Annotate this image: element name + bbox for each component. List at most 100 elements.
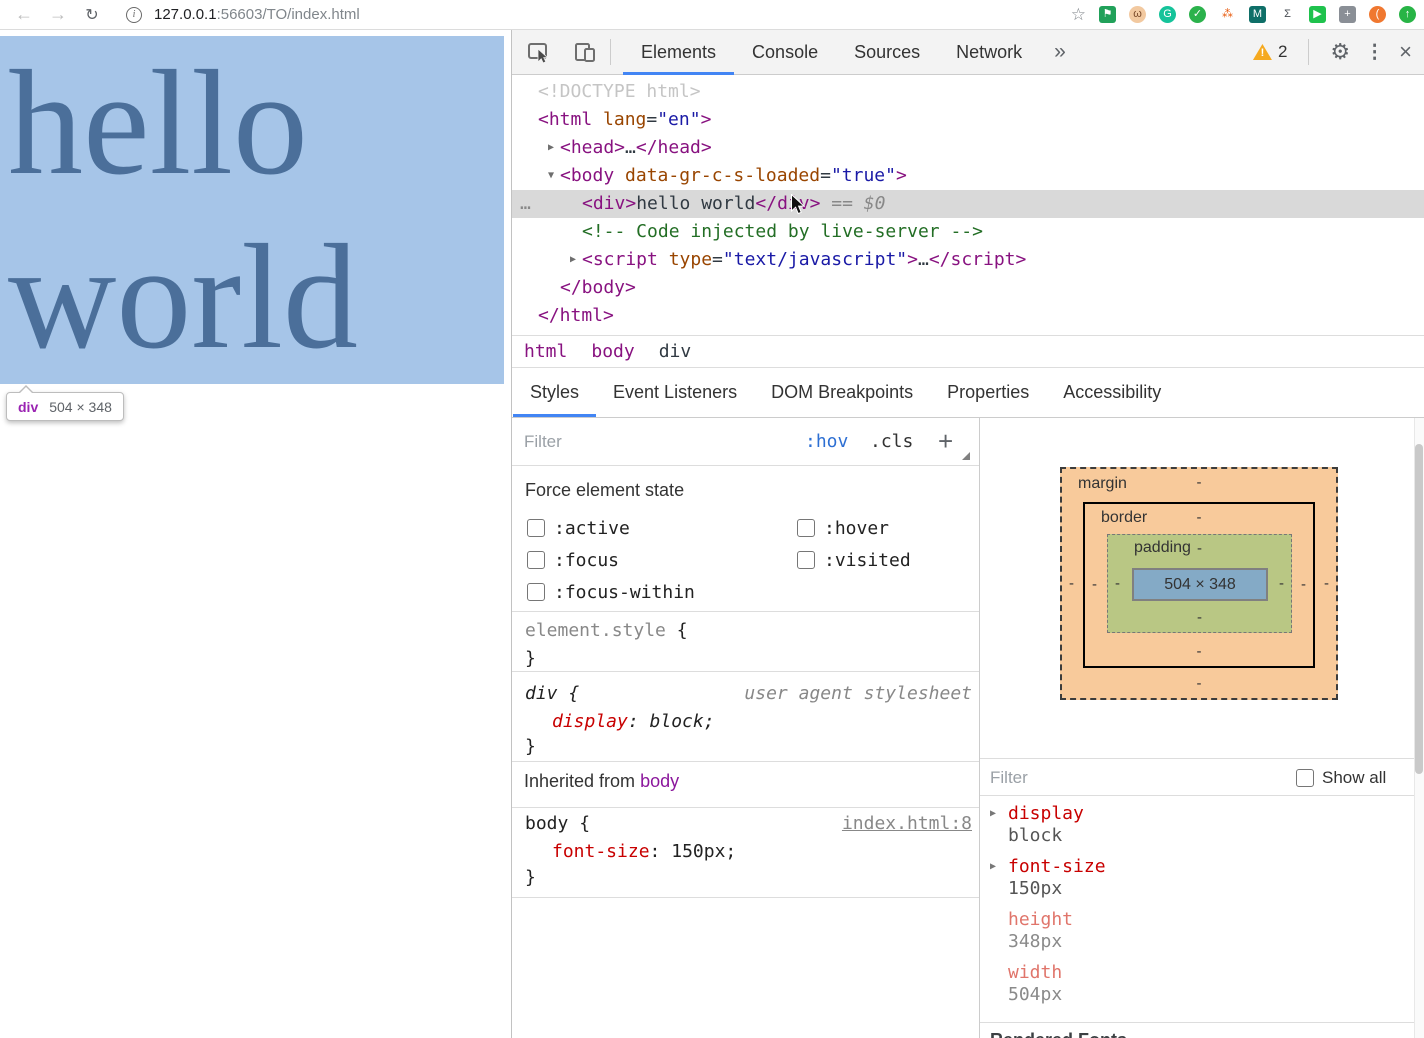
inspect-element-icon[interactable] — [526, 39, 553, 66]
tab-event-listeners[interactable]: Event Listeners — [596, 368, 754, 417]
m-icon[interactable]: M — [1249, 6, 1266, 23]
checkbox-focus-within[interactable] — [527, 583, 545, 601]
body-selector[interactable]: body — [525, 813, 568, 834]
padding-left-value[interactable]: - — [1115, 575, 1120, 593]
box-model-content[interactable]: 504 × 348 — [1132, 568, 1268, 601]
dom-line[interactable]: </html> — [512, 302, 1424, 330]
dom-line[interactable]: <html lang="en"> — [512, 106, 1424, 134]
box-model-border[interactable]: border - - - - padding - - - - 504 × 348 — [1083, 502, 1315, 668]
css-property-name[interactable]: display — [552, 711, 628, 732]
bookmark-star-icon[interactable]: ☆ — [1071, 5, 1086, 25]
breadcrumb-html[interactable]: html — [524, 341, 567, 362]
monkey-icon[interactable]: ω — [1129, 6, 1146, 23]
margin-left-value[interactable]: - — [1069, 575, 1074, 593]
overflow-gutter-icon[interactable]: … — [520, 190, 531, 218]
fish-icon[interactable]: ( — [1369, 6, 1386, 23]
body-rule-selector-line[interactable]: body { — [525, 810, 590, 838]
dom-line[interactable]: ▶<script type="text/javascript">…</scrip… — [512, 246, 1424, 274]
box-model-margin[interactable]: margin - - - - border - - - - padding - … — [1060, 467, 1338, 700]
margin-right-value[interactable]: - — [1324, 575, 1329, 593]
breadcrumb-body[interactable]: body — [591, 341, 634, 362]
up-arrow-icon[interactable]: ↑ — [1399, 6, 1416, 23]
checkbox-hover[interactable] — [797, 519, 815, 537]
warnings-button[interactable]: ! 2 — [1253, 42, 1287, 62]
checkbox-active[interactable] — [527, 519, 545, 537]
puzzle-icon[interactable]: + — [1339, 6, 1356, 23]
margin-bottom-value[interactable]: - — [1062, 675, 1336, 693]
element-style-selector[interactable]: element.style — [525, 620, 666, 641]
grammarly-icon[interactable]: G — [1159, 6, 1176, 23]
element-classes-button[interactable]: .cls — [870, 418, 913, 466]
thumbs-up-icon[interactable]: ✓ — [1189, 6, 1206, 23]
toggle-element-state-button[interactable]: :hov — [805, 418, 848, 466]
expand-arrow-icon[interactable]: ▼ — [545, 162, 557, 190]
tab-properties[interactable]: Properties — [930, 368, 1046, 417]
body-declaration[interactable]: font-size: 150px; — [552, 838, 736, 866]
stylesheet-source-link[interactable]: index.html:8 — [842, 810, 972, 838]
scrollbar-thumb[interactable] — [1415, 444, 1423, 774]
inherited-body-link[interactable]: body — [640, 771, 679, 791]
css-property-value[interactable]: block; — [650, 711, 715, 732]
ua-selector[interactable]: div — [525, 683, 558, 704]
computed-property-display[interactable]: ▶displayblock — [980, 803, 1400, 849]
force-state-hover[interactable]: :hover — [797, 512, 911, 544]
force-state-focus[interactable]: :focus — [527, 544, 797, 576]
close-devtools-icon[interactable]: × — [1399, 39, 1412, 65]
kebab-menu-icon[interactable]: ⋮ — [1365, 41, 1384, 64]
styles-filter-input[interactable] — [524, 426, 744, 458]
expand-arrow-icon[interactable]: ▶ — [990, 808, 996, 819]
play-icon[interactable]: ▶ — [1309, 6, 1326, 23]
padding-bottom-value[interactable]: - — [1108, 609, 1291, 627]
box-model-padding[interactable]: padding - - - - 504 × 348 — [1107, 534, 1292, 633]
ua-rule-selector-line[interactable]: div { — [525, 680, 579, 708]
computed-property-height[interactable]: height348px — [980, 909, 1400, 955]
show-all-checkbox[interactable] — [1296, 769, 1314, 787]
more-tabs-icon[interactable]: » — [1040, 40, 1080, 64]
force-state-active[interactable]: :active — [527, 512, 797, 544]
tab-accessibility[interactable]: Accessibility — [1046, 368, 1178, 417]
tab-console[interactable]: Console — [734, 30, 836, 75]
tab-elements[interactable]: Elements — [623, 30, 734, 75]
tab-network[interactable]: Network — [938, 30, 1040, 75]
sigma-icon[interactable]: Σ — [1279, 6, 1296, 23]
css-property-name[interactable]: font-size — [552, 841, 650, 862]
dom-line[interactable]: ▶<head>…</head> — [512, 134, 1424, 162]
force-state-focus-within[interactable]: :focus-within — [527, 576, 797, 608]
address-bar[interactable]: 127.0.0.1:56603/TO/index.html — [154, 6, 360, 23]
expand-arrow-icon[interactable]: ▶ — [545, 134, 557, 162]
dom-line[interactable]: <!-- Code injected by live-server --> — [512, 218, 1424, 246]
back-icon[interactable]: ← — [14, 4, 34, 25]
dom-line[interactable]: </body> — [512, 274, 1424, 302]
device-toolbar-icon[interactable] — [573, 40, 598, 65]
computed-property-font-size[interactable]: ▶font-size150px — [980, 856, 1400, 902]
padding-right-value[interactable]: - — [1279, 575, 1284, 593]
tab-sources[interactable]: Sources — [836, 30, 938, 75]
computed-filter-input[interactable] — [990, 762, 1190, 794]
expand-arrow-icon[interactable]: ▶ — [990, 861, 996, 872]
tab-dom-breakpoints[interactable]: DOM Breakpoints — [754, 368, 930, 417]
dom-line[interactable]: <!DOCTYPE html> — [512, 78, 1424, 106]
force-state-visited[interactable]: :visited — [797, 544, 911, 576]
tab-styles[interactable]: Styles — [513, 368, 596, 417]
border-bottom-value[interactable]: - — [1085, 643, 1313, 661]
expand-arrow-icon[interactable]: ▶ — [567, 246, 579, 274]
page-info-icon[interactable]: i — [126, 7, 142, 23]
settings-gear-icon[interactable]: ⚙ — [1330, 39, 1350, 65]
forward-icon[interactable]: → — [48, 4, 68, 25]
border-right-value[interactable]: - — [1301, 576, 1306, 594]
ua-declaration[interactable]: display: block; — [552, 708, 715, 736]
margin-top-value[interactable]: - — [1062, 474, 1336, 492]
computed-property-width[interactable]: width504px — [980, 962, 1400, 1008]
checkbox-focus[interactable] — [527, 551, 545, 569]
checkbox-visited[interactable] — [797, 551, 815, 569]
new-style-rule-button[interactable]: + — [938, 418, 953, 464]
org-chart-icon[interactable]: ⁂ — [1219, 6, 1236, 23]
element-style-selector-line[interactable]: element.style { — [525, 617, 688, 645]
reload-icon[interactable]: ↻ — [82, 5, 102, 25]
dom-line[interactable]: ▼<body data-gr-c-s-loaded="true"> — [512, 162, 1424, 190]
css-property-value[interactable]: 150px; — [671, 841, 736, 862]
breadcrumb-div[interactable]: div — [659, 341, 692, 362]
show-all-control[interactable]: Show all — [1296, 768, 1386, 788]
padding-top-value[interactable]: - — [1108, 540, 1291, 558]
flag-icon[interactable]: ⚑ — [1099, 6, 1116, 23]
